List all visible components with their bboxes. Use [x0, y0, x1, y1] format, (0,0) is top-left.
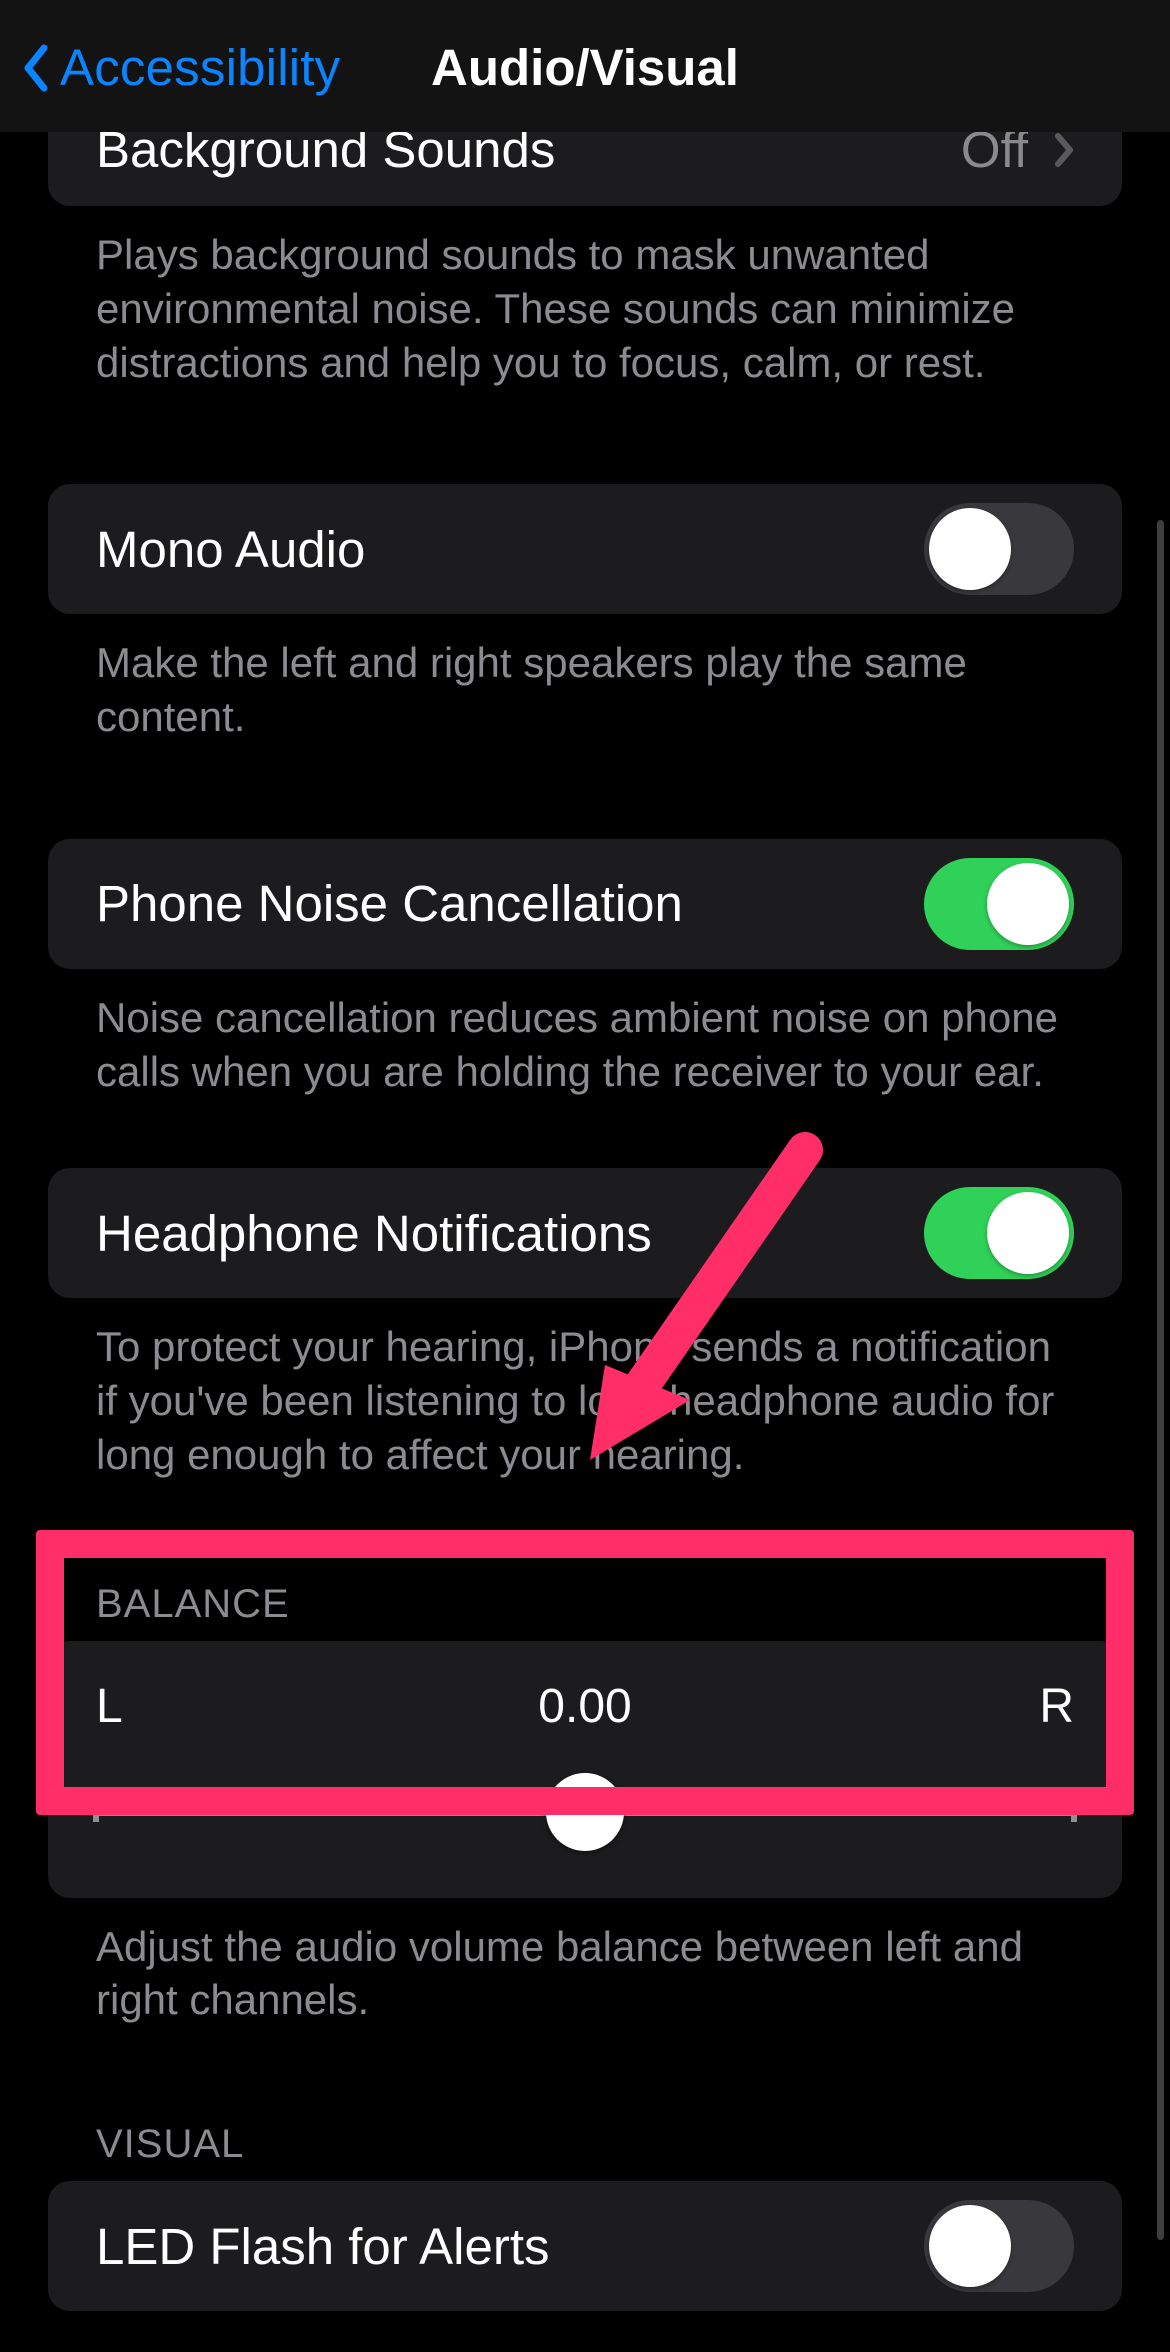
balance-left-label: L: [96, 1679, 123, 1734]
back-label: Accessibility: [60, 38, 340, 97]
row-background-sounds[interactable]: Background Sounds Off: [48, 132, 1122, 206]
toggle-mono-audio[interactable]: [924, 503, 1074, 595]
navbar: Accessibility Audio/Visual: [0, 0, 1170, 132]
toggle-led-flash[interactable]: [924, 2200, 1074, 2292]
row-footer: Make the left and right speakers play th…: [48, 614, 1122, 744]
slider-thumb[interactable]: [546, 1773, 624, 1851]
row-label: LED Flash for Alerts: [96, 2217, 550, 2276]
row-footer: Adjust the audio volume balance between …: [48, 1898, 1122, 2028]
row-footer: Noise cancellation reduces ambient noise…: [48, 969, 1122, 1099]
page-title: Audio/Visual: [431, 38, 739, 97]
row-led-flash[interactable]: LED Flash for Alerts: [48, 2181, 1122, 2311]
row-mono-audio[interactable]: Mono Audio: [48, 484, 1122, 614]
chevron-left-icon: [22, 44, 50, 92]
section-header-visual: VISUAL: [48, 2122, 1122, 2181]
scroll-indicator: [1157, 520, 1164, 2240]
row-phone-noise-cancellation[interactable]: Phone Noise Cancellation: [48, 839, 1122, 969]
chevron-right-icon: [1054, 133, 1074, 167]
row-footer: To protect your hearing, iPhone sends a …: [48, 1298, 1122, 1481]
row-headphone-notifications[interactable]: Headphone Notifications: [48, 1168, 1122, 1298]
slider-tick-right: [1071, 1802, 1077, 1822]
slider-tick-left: [93, 1802, 99, 1822]
balance-value: 0.00: [538, 1679, 631, 1734]
toggle-headphone-notifications[interactable]: [924, 1187, 1074, 1279]
balance-right-label: R: [1039, 1679, 1074, 1734]
toggle-phone-noise-cancellation[interactable]: [924, 858, 1074, 950]
row-balance: L R 0.00: [48, 1641, 1122, 1898]
balance-slider[interactable]: [96, 1782, 1074, 1842]
row-label: Headphone Notifications: [96, 1204, 652, 1263]
row-label: Phone Noise Cancellation: [96, 874, 683, 933]
row-label: Mono Audio: [96, 520, 365, 579]
section-header-balance: BALANCE: [48, 1582, 1122, 1641]
row-footer: Plays background sounds to mask unwanted…: [48, 206, 1122, 389]
back-button[interactable]: Accessibility: [22, 38, 340, 97]
